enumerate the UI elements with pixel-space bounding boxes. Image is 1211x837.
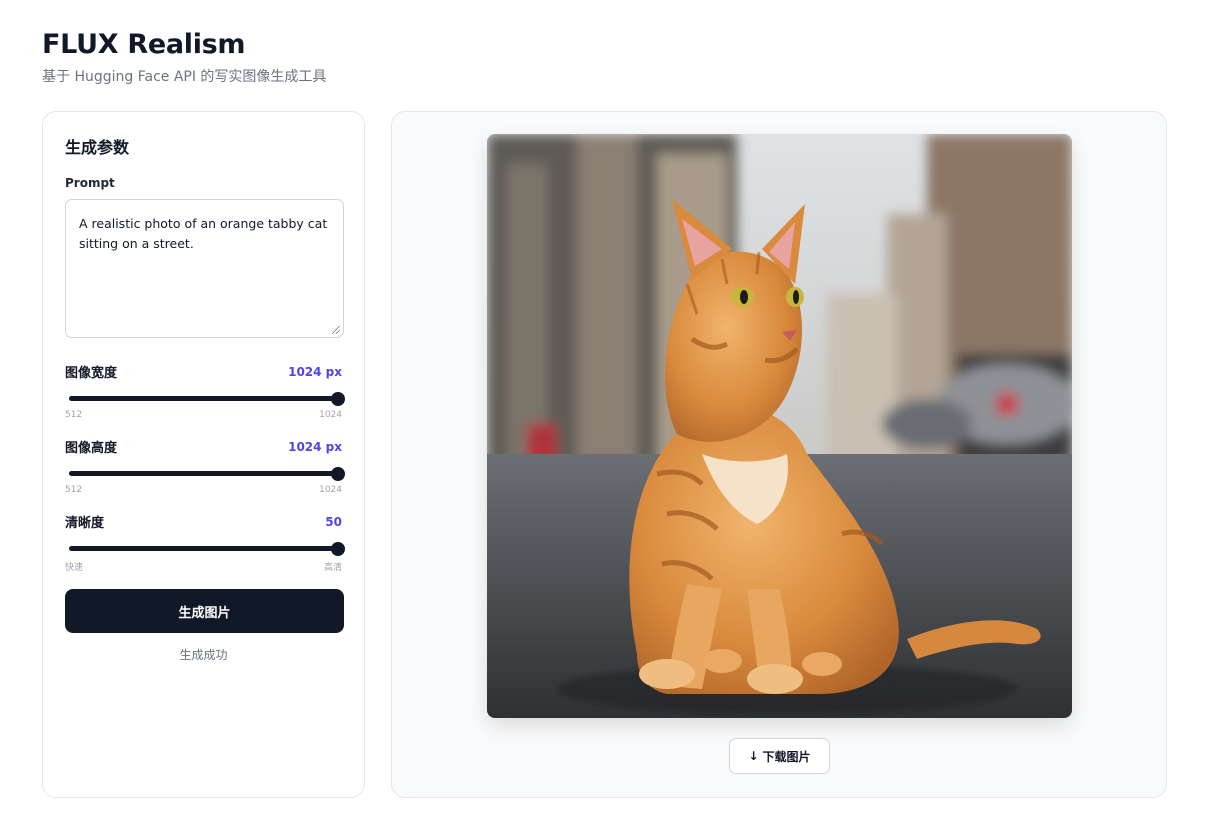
height-slider[interactable] [69,466,345,481]
clarity-min-label: 快速 [65,563,84,573]
height-label: 图像高度 [65,441,118,456]
height-min-label: 512 [65,485,83,495]
app-subtitle: 基于 Hugging Face API 的写实图像生成工具 [42,69,327,85]
height-max-label: 1024 [319,485,342,495]
prompt-textarea[interactable]: A realistic photo of an orange tabby cat… [65,199,344,338]
download-label: 下载图片 [762,749,811,764]
width-min-label: 512 [65,410,83,420]
clarity-label: 清晰度 [65,516,105,531]
height-slider-group: 图像高度 1024 px 512 1024 [65,437,345,495]
prompt-text: A realistic photo of an orange tabby cat… [79,216,328,251]
generated-cat-image [487,134,1072,718]
params-panel: 生成参数 Prompt A realistic photo of an oran… [42,111,365,798]
resize-grip-icon[interactable] [332,326,340,334]
status-text: 生成成功 [179,648,228,662]
prompt-label: Prompt [65,176,115,190]
generate-button[interactable]: 生成图片 [65,589,344,633]
width-value: 1024 px [288,364,342,379]
clarity-max-label: 高清 [323,563,342,573]
clarity-slider-thumb[interactable] [331,541,345,556]
params-panel-title: 生成参数 [65,138,130,157]
app-title: FLUX Realism [42,29,246,60]
generated-image [487,134,1072,718]
height-value: 1024 px [288,439,342,454]
download-button[interactable]: ↓ 下载图片 [729,738,830,774]
width-slider-group: 图像宽度 1024 px 512 1024 [65,362,345,420]
clarity-slider[interactable] [69,541,345,556]
clarity-slider-group: 清晰度 50 快速 高清 [65,512,345,573]
height-slider-thumb[interactable] [331,466,345,481]
width-slider[interactable] [69,391,345,406]
result-panel: ↓ 下载图片 [391,111,1167,798]
width-label: 图像宽度 [65,366,118,381]
clarity-value: 50 [325,514,342,529]
width-slider-thumb[interactable] [331,391,345,406]
download-arrow-icon: ↓ [748,749,759,763]
width-max-label: 1024 [319,410,342,420]
page-header: FLUX Realism 基于 Hugging Face API 的写实图像生成… [42,28,326,86]
